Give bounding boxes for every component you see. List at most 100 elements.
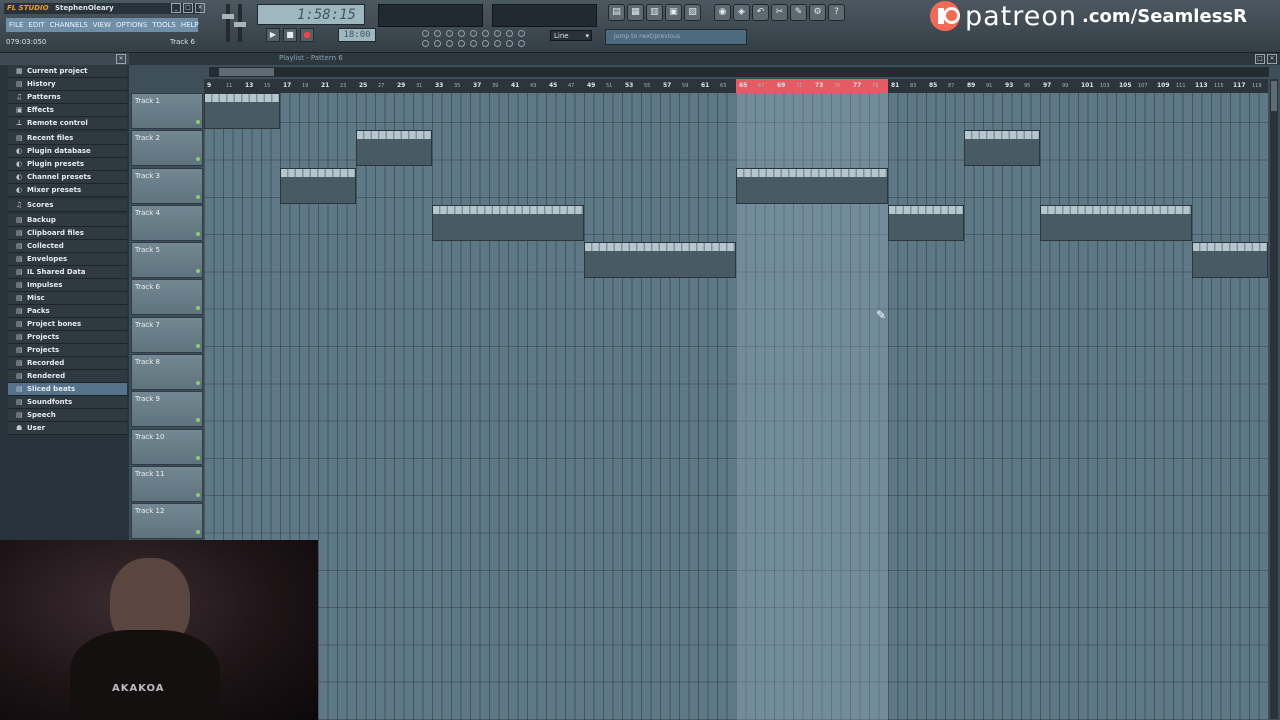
browser-item[interactable]: ▤ Rendered xyxy=(8,370,127,383)
browser-item[interactable]: ▦ Current project xyxy=(8,65,127,78)
option-toggle[interactable] xyxy=(518,40,525,47)
browser-item[interactable]: ◐ Mixer presets xyxy=(8,184,127,197)
browser-item[interactable]: ⊥ Remote control xyxy=(8,117,127,130)
play-button[interactable]: ▶ xyxy=(266,28,280,42)
track-header[interactable]: Track 3 xyxy=(131,167,203,204)
track-mute-led[interactable] xyxy=(196,492,200,497)
track-header[interactable]: Track 10 xyxy=(131,428,203,465)
piano-roll-icon[interactable]: ▥ xyxy=(646,4,663,21)
option-toggle[interactable] xyxy=(506,40,513,47)
option-toggle[interactable] xyxy=(494,40,501,47)
playlist-grid[interactable] xyxy=(204,93,1268,720)
option-toggle[interactable] xyxy=(422,30,429,37)
pattern-clip[interactable] xyxy=(736,167,888,204)
pattern-clip[interactable] xyxy=(964,130,1040,167)
browser-item[interactable]: ▤ Projects xyxy=(8,344,127,357)
playlist-toggle-icon[interactable]: ▤ xyxy=(608,4,625,21)
scrollbar-thumb[interactable] xyxy=(219,68,274,76)
track-header[interactable]: Track 5 xyxy=(131,242,203,279)
maximize-icon[interactable]: □ xyxy=(1255,54,1265,64)
pattern-clip[interactable] xyxy=(432,204,584,241)
track-header[interactable]: Track 8 xyxy=(131,354,203,391)
track-header[interactable]: Track 6 xyxy=(131,279,203,316)
vertical-scrollbar[interactable] xyxy=(1270,79,1278,719)
browser-item[interactable]: ▤ Soundfonts xyxy=(8,396,127,409)
browser-item[interactable]: ▤ Sliced beats xyxy=(8,383,127,396)
option-toggle[interactable] xyxy=(494,30,501,37)
browser-item[interactable]: ▣ Effects xyxy=(8,104,127,117)
stop-button[interactable]: ■ xyxy=(283,28,297,42)
song-time-display[interactable]: 1:58:15 xyxy=(257,4,365,25)
option-toggle[interactable] xyxy=(446,30,453,37)
track-mute-led[interactable] xyxy=(196,306,200,311)
browser-item[interactable]: ▤ History xyxy=(8,78,127,91)
track-mute-led[interactable] xyxy=(196,381,200,386)
track-header[interactable]: Track 11 xyxy=(131,465,203,502)
browser-item[interactable]: ▤ Misc xyxy=(8,292,127,305)
step-sequencer-icon[interactable]: ▦ xyxy=(627,4,644,21)
pattern-clip[interactable] xyxy=(1192,242,1268,279)
browser-item[interactable]: ▤ Recorded xyxy=(8,357,127,370)
track-mute-led[interactable] xyxy=(196,530,200,535)
maximize-icon[interactable]: □ xyxy=(183,3,193,13)
browser-item[interactable]: ◐ Plugin database xyxy=(8,145,127,158)
menu-tools[interactable]: TOOLS xyxy=(152,21,176,29)
horizontal-scrollbar[interactable] xyxy=(209,67,1269,77)
settings-icon[interactable]: ⚙ xyxy=(809,4,826,21)
master-pitch-slider[interactable] xyxy=(234,4,246,42)
track-header[interactable]: Track 12 xyxy=(131,503,203,540)
track-mute-led[interactable] xyxy=(196,455,200,460)
browser-item[interactable]: ▤ Projects xyxy=(8,331,127,344)
close-icon[interactable]: × xyxy=(116,54,126,64)
option-toggle[interactable] xyxy=(482,40,489,47)
close-icon[interactable]: × xyxy=(195,3,205,13)
menu-edit[interactable]: EDIT xyxy=(28,21,44,29)
undo-icon[interactable]: ↶ xyxy=(752,4,769,21)
track-mute-led[interactable] xyxy=(196,231,200,236)
option-toggle[interactable] xyxy=(518,30,525,37)
pattern-clip[interactable] xyxy=(356,130,432,167)
help-icon[interactable]: ? xyxy=(828,4,845,21)
pattern-selector[interactable]: 18:00 xyxy=(338,28,376,42)
track-header[interactable]: Track 9 xyxy=(131,391,203,428)
timeline-ruler[interactable]: 9 13 17 21 25 29 33 37 41 45 49 53 57 61 65 69 73 77 81 85 8… xyxy=(204,79,1268,93)
track-header[interactable]: Track 4 xyxy=(131,204,203,241)
save-icon[interactable]: ◉ xyxy=(714,4,731,21)
option-toggle[interactable] xyxy=(458,30,465,37)
pattern-clip[interactable] xyxy=(584,242,736,279)
tools-icon[interactable]: ✎ xyxy=(790,4,807,21)
option-toggle[interactable] xyxy=(506,30,513,37)
browser-item[interactable]: ▤ Recent files xyxy=(8,132,127,145)
track-header[interactable]: Track 7 xyxy=(131,316,203,353)
pattern-clip[interactable] xyxy=(204,93,280,129)
browser-toggle-icon[interactable]: ▣ xyxy=(665,4,682,21)
scrollbar-thumb[interactable] xyxy=(1271,81,1277,111)
option-toggle[interactable] xyxy=(446,40,453,47)
option-toggle[interactable] xyxy=(470,40,477,47)
close-icon[interactable]: × xyxy=(1267,54,1277,64)
menu-file[interactable]: FILE xyxy=(9,21,23,29)
track-mute-led[interactable] xyxy=(196,120,200,124)
pattern-clip[interactable] xyxy=(888,204,964,241)
browser-item[interactable]: ▤ Packs xyxy=(8,305,127,318)
master-volume-slider[interactable] xyxy=(222,4,234,42)
menu-channels[interactable]: CHANNELS xyxy=(50,21,88,29)
browser-item[interactable]: ▤ Clipboard files xyxy=(8,227,127,240)
browser-item[interactable]: ♫ Patterns xyxy=(8,91,127,104)
pattern-clip[interactable] xyxy=(280,167,356,204)
browser-item[interactable]: ▤ Backup xyxy=(8,214,127,227)
browser-item[interactable]: ▤ IL Shared Data xyxy=(8,266,127,279)
browser-item[interactable]: ▤ Speech xyxy=(8,409,127,422)
track-mute-led[interactable] xyxy=(196,418,200,423)
option-toggle[interactable] xyxy=(482,30,489,37)
option-toggle[interactable] xyxy=(470,30,477,37)
option-toggle[interactable] xyxy=(458,40,465,47)
browser-item[interactable]: ▤ Impulses xyxy=(8,279,127,292)
track-mute-led[interactable] xyxy=(196,343,200,348)
track-header[interactable]: Track 1 xyxy=(131,93,203,129)
render-icon[interactable]: ◈ xyxy=(733,4,750,21)
browser-item[interactable]: ◐ Plugin presets xyxy=(8,158,127,171)
browser-item[interactable]: ♫ Scores xyxy=(8,199,127,212)
playlist-title-bar[interactable]: Playlist - Pattern 6 □ × xyxy=(129,53,1280,65)
menu-options[interactable]: OPTIONS xyxy=(116,21,147,29)
